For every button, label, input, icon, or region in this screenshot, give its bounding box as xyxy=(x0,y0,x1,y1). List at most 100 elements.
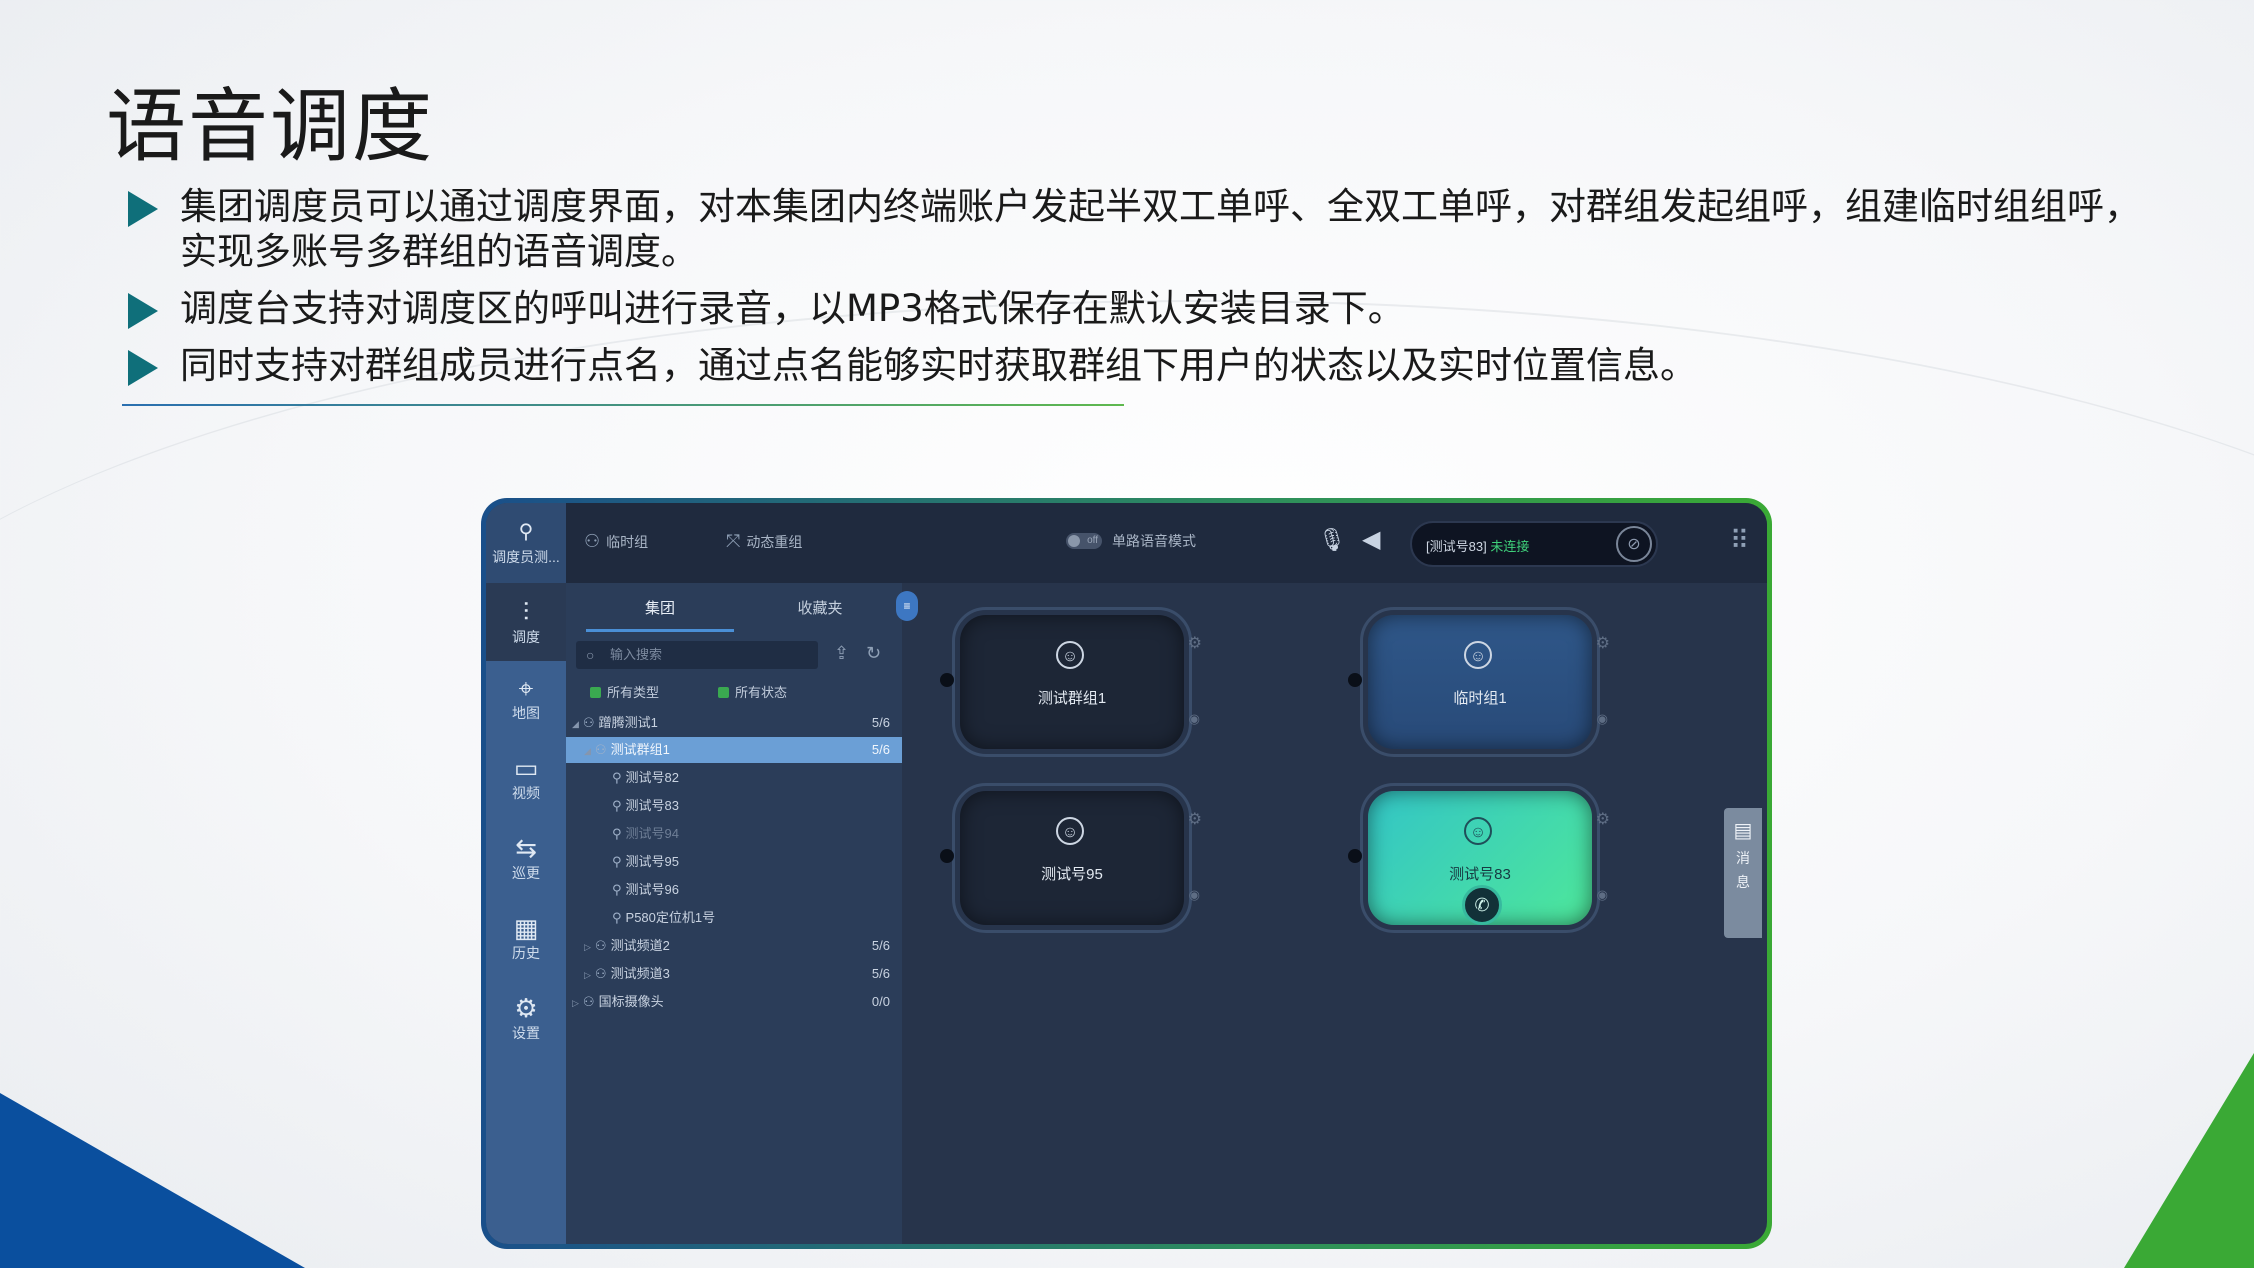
dynamic-regroup-button[interactable]: ⤧ 动态重组 xyxy=(726,531,802,552)
tab-favorites[interactable]: 收藏夹 xyxy=(736,597,904,618)
checkbox xyxy=(718,687,729,698)
speaker-icon[interactable]: ◀ xyxy=(1362,525,1380,554)
tree-row[interactable]: ⚲ 测试号94 xyxy=(566,821,902,847)
regroup-icon: ⤧ xyxy=(726,531,741,551)
grid-menu-icon[interactable]: ⠿ xyxy=(1730,525,1749,556)
user-icon: ⚲ xyxy=(612,854,622,869)
record-indicator xyxy=(1348,849,1362,863)
group-icon: ⚇ xyxy=(594,938,607,953)
tree-label: 测试群组1 xyxy=(610,742,670,757)
tree-label: 测试号95 xyxy=(625,854,679,869)
message-label: 息 xyxy=(1736,874,1750,890)
bullet-item: 集团调度员可以通过调度界面，对本集团内终端账户发起半双工单呼、全双工单呼，对群组… xyxy=(124,184,2164,274)
history-icon: ▦ xyxy=(513,913,539,943)
card-settings-icon[interactable]: ⚙ xyxy=(1188,809,1202,829)
tree-label: 国标摄像头 xyxy=(598,994,664,1009)
tree-row[interactable]: ⚲ 测试号83 xyxy=(566,793,902,819)
sidebar-user[interactable]: ⚲ 调度员测... xyxy=(486,503,566,583)
tree-row[interactable]: ⚲ 测试号82 xyxy=(566,765,902,791)
caret-icon: ◢ xyxy=(584,746,591,756)
filter-state[interactable]: 所有状态 xyxy=(718,682,787,701)
call-card[interactable]: ☺ 测试号95 ⚙ ◉ xyxy=(940,783,1202,933)
card-body: ☺ 测试号83 ✆ xyxy=(1368,791,1592,925)
sidebar-item-history[interactable]: ▦ 历史 xyxy=(486,913,566,963)
tree-row[interactable]: ⚲ 测试号96 xyxy=(566,877,902,903)
user-icon: ⚲ xyxy=(612,770,622,785)
mute-mic-button[interactable]: ⊘ xyxy=(1616,526,1652,562)
tree-label: 测试号94 xyxy=(625,826,679,841)
single-voice-toggle[interactable]: off xyxy=(1066,533,1102,549)
status-name: [测试号83] xyxy=(1426,539,1487,554)
tree-count: 5/6 xyxy=(871,715,890,730)
temp-group-button[interactable]: ⚇ 临时组 xyxy=(584,531,648,552)
tree-count: 5/6 xyxy=(871,938,890,953)
card-volume-icon[interactable]: ◉ xyxy=(1189,711,1200,727)
card-name: 测试号95 xyxy=(1041,866,1103,883)
card-name: 测试群组1 xyxy=(1037,690,1107,707)
card-volume-icon[interactable]: ◉ xyxy=(1189,887,1200,903)
tree-row[interactable]: ▷ ⚇ 国标摄像头 0/0 xyxy=(566,989,902,1015)
sidebar-item-label: 设置 xyxy=(512,1025,540,1041)
filter-type[interactable]: 所有类型 xyxy=(590,682,659,701)
card-volume-icon[interactable]: ◉ xyxy=(1597,711,1608,727)
org-icon: ⚇ xyxy=(582,994,595,1009)
call-card[interactable]: ☺ 测试群组1 ⚙ ◉ xyxy=(940,607,1202,757)
phone-icon[interactable]: ✆ xyxy=(1462,885,1502,925)
tab-group[interactable]: 集团 xyxy=(576,597,744,618)
checkbox xyxy=(590,687,601,698)
tree-row[interactable]: ⚲ 测试号95 xyxy=(566,849,902,875)
sidebar-item-label: 调度 xyxy=(512,629,540,645)
tree-label: 测试号83 xyxy=(625,798,679,813)
tree-label: 测试频道2 xyxy=(610,938,670,953)
single-voice-mode-label: 单路语音模式 xyxy=(1112,533,1196,549)
bullet-arrow-icon xyxy=(128,191,158,227)
user-icon: ⚲ xyxy=(612,798,622,813)
tree-row[interactable]: ⚲ P580定位机1号 xyxy=(566,905,902,931)
tree-row[interactable]: ◢ ⚇ 测试群组1 5/6 xyxy=(566,737,902,763)
sidebar-item-settings[interactable]: ⚙ 设置 xyxy=(486,993,566,1043)
record-indicator xyxy=(1348,673,1362,687)
panel-tabs: 集团 收藏夹 xyxy=(566,583,902,633)
tree-row[interactable]: ▷ ⚇ 测试频道2 5/6 xyxy=(566,933,902,959)
sidebar-item-map[interactable]: ⌖ 地图 xyxy=(486,673,566,723)
map-icon: ⌖ xyxy=(518,673,534,703)
bullet-arrow-icon xyxy=(128,293,158,329)
card-volume-icon[interactable]: ◉ xyxy=(1597,887,1608,903)
bullet-text: 集团调度员可以通过调度界面，对本集团内终端账户发起半双工单呼、全双工单呼，对群组… xyxy=(180,185,2141,273)
message-tab[interactable]: ▤ 消 息 xyxy=(1724,808,1762,938)
sidebar-item-label: 地图 xyxy=(512,705,540,721)
collapse-panel-button[interactable]: ≡ xyxy=(896,591,918,621)
microphone-icon[interactable]: 🎙 xyxy=(1318,527,1346,553)
call-status-text: [测试号83] 未连接 xyxy=(1426,536,1529,555)
group-icon: ⚇ xyxy=(594,742,607,757)
refresh-icon[interactable]: ↻ xyxy=(866,643,881,664)
sidebar-item-dispatch[interactable]: ⫶ 调度 xyxy=(486,583,566,661)
card-settings-icon[interactable]: ⚙ xyxy=(1188,633,1202,653)
bullet-text: 同时支持对群组成员进行点名，通过点名能够实时获取群组下用户的状态以及实时位置信息… xyxy=(180,344,1697,387)
sidebar-item-video[interactable]: ▭ 视频 xyxy=(486,753,566,803)
tree-count: 5/6 xyxy=(871,966,890,981)
toggle-state: off xyxy=(1087,535,1098,546)
bullet-item: 调度台支持对调度区的呼叫进行录音，以MP3格式保存在默认安装目录下。 xyxy=(124,286,2164,331)
call-status-box: [测试号83] 未连接 ⊘ xyxy=(1410,521,1658,567)
export-icon[interactable]: ⇪ xyxy=(834,643,849,664)
tree-label: 测试频道3 xyxy=(610,966,670,981)
sidebar-item-patrol[interactable]: ⇆ 巡更 xyxy=(486,833,566,883)
card-settings-icon[interactable]: ⚙ xyxy=(1596,809,1610,829)
tree-count: 5/6 xyxy=(871,742,890,757)
sidebar-item-label: 视频 xyxy=(512,785,540,801)
sidebar-item-label: 巡更 xyxy=(512,865,540,881)
record-indicator xyxy=(940,673,954,687)
card-settings-icon[interactable]: ⚙ xyxy=(1596,633,1610,653)
call-card-active[interactable]: ☺ 测试号83 ✆ ⚙ ◉ xyxy=(1348,783,1610,933)
temp-group-icon: ⚇ xyxy=(584,531,601,551)
user-label: 调度员测... xyxy=(492,549,560,565)
user-avatar-icon: ☺ xyxy=(1056,817,1084,845)
user-icon: ⚲ xyxy=(612,910,622,925)
tree-row[interactable]: ▷ ⚇ 测试频道3 5/6 xyxy=(566,961,902,987)
search-input[interactable]: ○ 输入搜索 xyxy=(576,641,818,669)
bullet-list: 集团调度员可以通过调度界面，对本集团内终端账户发起半双工单呼、全双工单呼，对群组… xyxy=(124,184,2164,400)
bullet-item: 同时支持对群组成员进行点名，通过点名能够实时获取群组下用户的状态以及实时位置信息… xyxy=(124,343,2164,388)
tree-row[interactable]: ◢ ⚇ 蹭腾测试1 5/6 xyxy=(566,710,902,736)
call-card[interactable]: ☺ 临时组1 ⚙ ◉ xyxy=(1348,607,1610,757)
